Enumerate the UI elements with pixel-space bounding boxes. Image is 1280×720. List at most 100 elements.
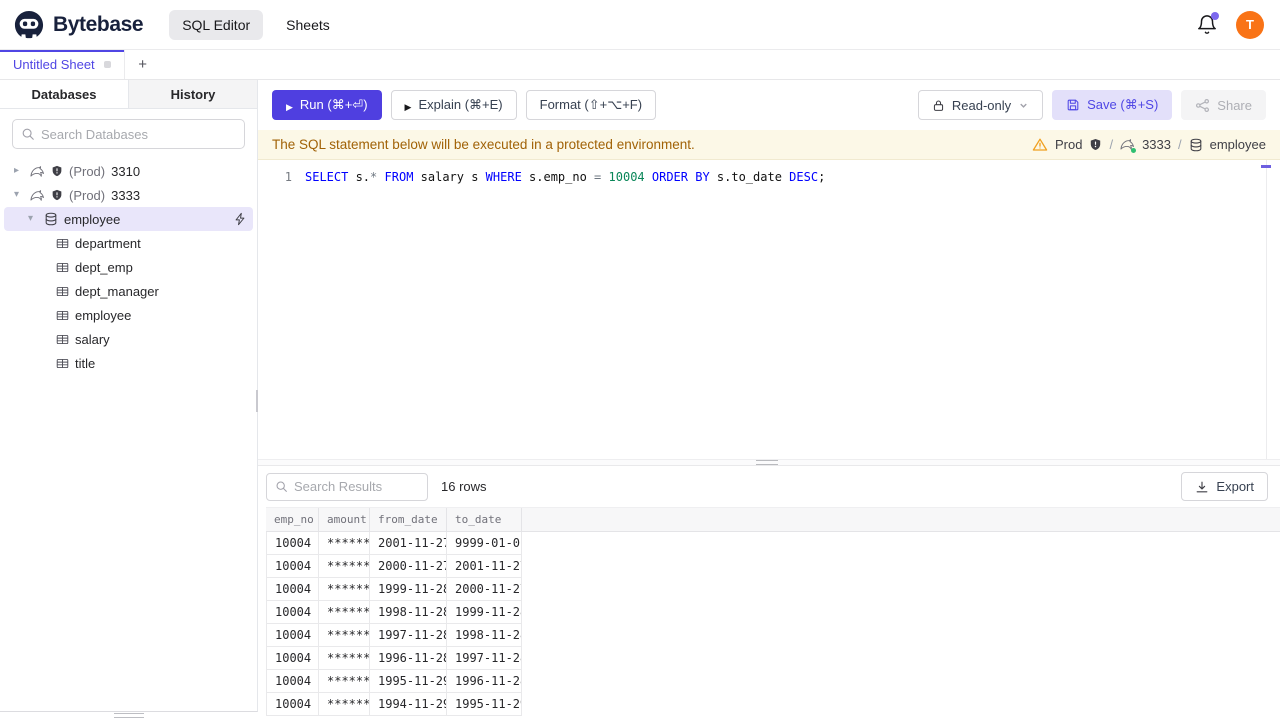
result-row: 10004 ****** 1999-11-28 2000-11-27 bbox=[266, 578, 1280, 601]
run-button[interactable]: Run (⌘+⏎) bbox=[272, 90, 382, 120]
sql-statement: SELECT s.* FROM salary s WHERE s.emp_no … bbox=[305, 170, 826, 184]
result-row: 10004 ****** 2001-11-27 9999-01-01 bbox=[266, 532, 1280, 555]
explain-button[interactable]: Explain (⌘+E) bbox=[390, 90, 517, 120]
result-cell[interactable]: ****** bbox=[319, 578, 370, 601]
tree-instance-3333[interactable]: (Prod) 3333 bbox=[4, 183, 253, 207]
chevron-right-icon[interactable] bbox=[14, 166, 24, 176]
tab-untitled-sheet[interactable]: Untitled Sheet bbox=[0, 50, 125, 79]
nav-sql-editor[interactable]: SQL Editor bbox=[169, 9, 264, 40]
play-icon bbox=[405, 98, 412, 113]
result-cell[interactable]: 1998-11-28 bbox=[370, 601, 447, 624]
table-icon bbox=[56, 285, 69, 298]
database-search-box[interactable] bbox=[12, 119, 245, 149]
tree-database-employee[interactable]: employee bbox=[4, 207, 253, 231]
editor-toolbar: Run (⌘+⏎) Explain (⌘+E) Format (⇧+⌥+F) bbox=[258, 80, 1280, 130]
result-cell[interactable]: 10004 bbox=[266, 647, 319, 670]
tree-table-department[interactable]: department bbox=[4, 231, 253, 255]
table-name-label: department bbox=[75, 235, 141, 251]
table-name-label: dept_emp bbox=[75, 259, 133, 275]
avatar[interactable]: T bbox=[1236, 10, 1264, 39]
sheet-tab-bar: Untitled Sheet + bbox=[0, 50, 1280, 80]
sidebar: Databases History Search Databases ▸ (Pr… bbox=[0, 80, 259, 718]
result-cell[interactable]: 1997-11-28 bbox=[370, 624, 447, 647]
chevron-down-icon bbox=[1018, 100, 1029, 111]
export-button[interactable]: Export bbox=[1181, 472, 1268, 501]
sql-editor[interactable]: 1 SELECT s.* FROM salary s WHERE s.emp_n… bbox=[258, 160, 1280, 459]
result-cell[interactable]: 1998-11-28 bbox=[447, 624, 522, 647]
result-cell[interactable]: 1996-11-28 bbox=[447, 670, 522, 693]
share-button[interactable]: Share bbox=[1181, 90, 1266, 120]
sidebar-tabs: Databases History bbox=[0, 80, 257, 109]
save-button[interactable]: Save (⌘+S) bbox=[1052, 90, 1173, 120]
result-cell[interactable]: 1994-11-29 bbox=[370, 693, 447, 716]
result-cell[interactable]: 10004 bbox=[266, 693, 319, 716]
top-nav: SQL Editor Sheets bbox=[169, 9, 343, 40]
result-cell[interactable]: 10004 bbox=[266, 670, 319, 693]
column-header-amount: amount bbox=[319, 508, 370, 531]
bytebase-logo-icon bbox=[14, 10, 44, 40]
instance-env-label: (Prod) bbox=[69, 187, 106, 203]
tab-databases[interactable]: Databases bbox=[0, 80, 129, 108]
search-icon bbox=[21, 127, 35, 141]
table-name-label: title bbox=[75, 355, 96, 371]
chevron-down-icon[interactable] bbox=[28, 214, 38, 224]
result-cell[interactable]: 10004 bbox=[266, 601, 319, 624]
results-search-input[interactable] bbox=[294, 479, 419, 494]
nav-sheets[interactable]: Sheets bbox=[273, 10, 343, 40]
result-cell[interactable]: 10004 bbox=[266, 555, 319, 578]
sidebar-resize-handle[interactable] bbox=[113, 713, 144, 718]
chevron-down-icon[interactable] bbox=[14, 190, 24, 200]
result-cell[interactable]: 10004 bbox=[266, 624, 319, 647]
result-cell[interactable]: 1997-11-28 bbox=[447, 647, 522, 670]
result-cell[interactable]: 1996-11-28 bbox=[370, 647, 447, 670]
readonly-mode-dropdown[interactable]: Read-only bbox=[917, 90, 1044, 120]
panel-resize-divider[interactable] bbox=[258, 459, 1280, 466]
table-name-label: dept_manager bbox=[75, 283, 159, 299]
result-cell[interactable]: 1999-11-28 bbox=[370, 578, 447, 601]
result-cell[interactable]: ****** bbox=[319, 647, 370, 670]
panel-resize-grip[interactable] bbox=[756, 460, 778, 465]
row-count: 16 rows bbox=[441, 479, 487, 494]
result-cell[interactable]: ****** bbox=[319, 601, 370, 624]
result-cell[interactable]: 10004 bbox=[266, 532, 319, 555]
column-header-emp_no: emp_no bbox=[266, 508, 319, 531]
database-search-input[interactable] bbox=[41, 126, 236, 142]
mysql-icon bbox=[30, 188, 45, 203]
result-cell[interactable]: 1995-11-29 bbox=[370, 670, 447, 693]
tree-table-employee[interactable]: employee bbox=[4, 303, 253, 327]
sheet-tab-label: Untitled Sheet bbox=[13, 57, 95, 72]
result-cell[interactable]: 9999-01-01 bbox=[447, 532, 522, 555]
top-right-actions: T bbox=[1196, 10, 1264, 39]
result-cell[interactable]: 10004 bbox=[266, 578, 319, 601]
format-button[interactable]: Format (⇧+⌥+F) bbox=[525, 90, 657, 120]
tree-table-dept_emp[interactable]: dept_emp bbox=[4, 255, 253, 279]
tree-table-title[interactable]: title bbox=[4, 351, 253, 375]
notification-bell-icon[interactable] bbox=[1196, 11, 1219, 36]
environment-label: Prod bbox=[1054, 137, 1083, 152]
environment-shield-icon bbox=[51, 189, 63, 201]
environment-shield-icon bbox=[51, 165, 63, 177]
tab-history[interactable]: History bbox=[129, 80, 257, 108]
instance-name-label: 3310 bbox=[111, 163, 141, 179]
breadcrumb-separator: / bbox=[1178, 137, 1182, 152]
result-cell[interactable]: 1999-11-28 bbox=[447, 601, 522, 624]
result-cell[interactable]: ****** bbox=[319, 555, 370, 578]
tree-table-salary[interactable]: salary bbox=[4, 327, 253, 351]
result-cell[interactable]: ****** bbox=[319, 670, 370, 693]
tree-instance-3310[interactable]: (Prod) 3310 bbox=[4, 159, 253, 183]
result-cell[interactable]: ****** bbox=[319, 693, 370, 716]
result-cell[interactable]: 2001-11-27 bbox=[370, 532, 447, 555]
result-cell[interactable]: 1995-11-29 bbox=[447, 693, 522, 716]
brand[interactable]: Bytebase bbox=[14, 10, 144, 40]
result-cell[interactable]: 2001-11-27 bbox=[447, 555, 522, 578]
instance-env-label: (Prod) bbox=[69, 163, 106, 179]
result-cell[interactable]: ****** bbox=[319, 532, 370, 555]
new-sheet-button[interactable]: + bbox=[125, 50, 161, 79]
result-cell[interactable]: 2000-11-27 bbox=[370, 555, 447, 578]
quick-action-bolt-icon[interactable] bbox=[233, 212, 247, 226]
results-search-box[interactable] bbox=[266, 472, 428, 501]
database-name-label: employee bbox=[64, 211, 121, 227]
tree-table-dept_manager[interactable]: dept_manager bbox=[4, 279, 253, 303]
result-cell[interactable]: 2000-11-27 bbox=[447, 578, 522, 601]
result-cell[interactable]: ****** bbox=[319, 624, 370, 647]
